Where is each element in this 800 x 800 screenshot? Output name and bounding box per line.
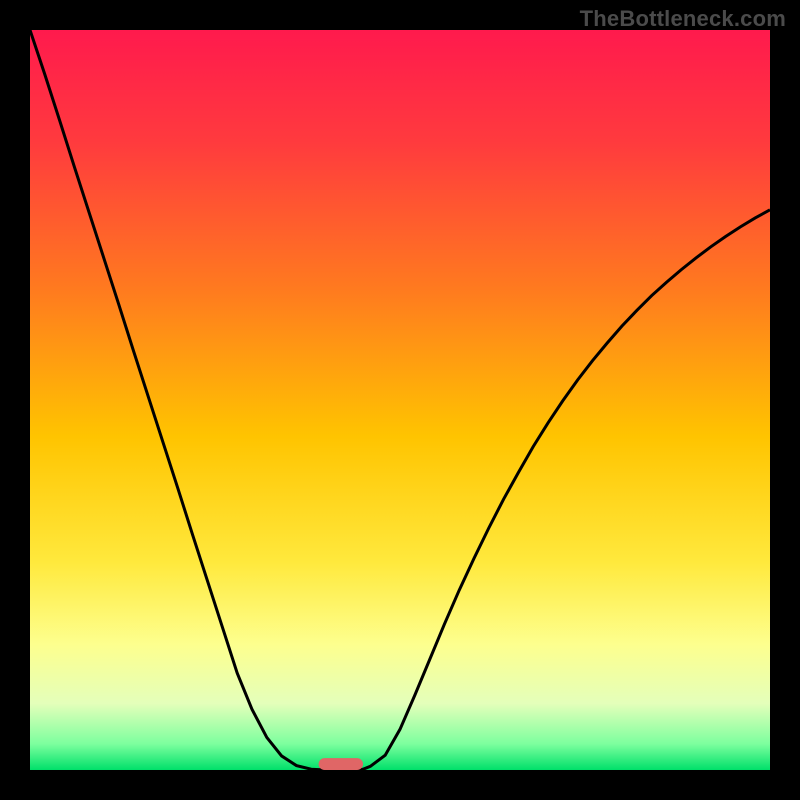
optimal-marker	[319, 758, 363, 770]
gradient-background	[30, 30, 770, 770]
bottleneck-chart	[30, 30, 770, 770]
watermark-text: TheBottleneck.com	[580, 6, 786, 32]
